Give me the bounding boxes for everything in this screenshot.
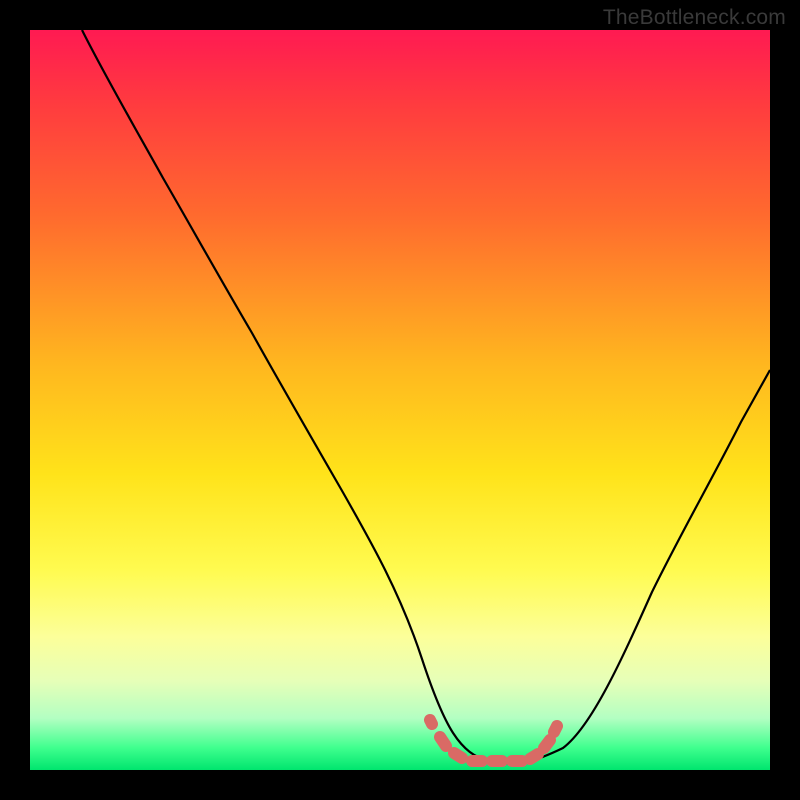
brand-watermark: TheBottleneck.com <box>603 6 786 30</box>
bottleneck-curve <box>82 30 770 763</box>
curve-layer <box>30 30 770 770</box>
chart-frame: TheBottleneck.com <box>0 0 800 800</box>
plot-area <box>30 30 770 770</box>
